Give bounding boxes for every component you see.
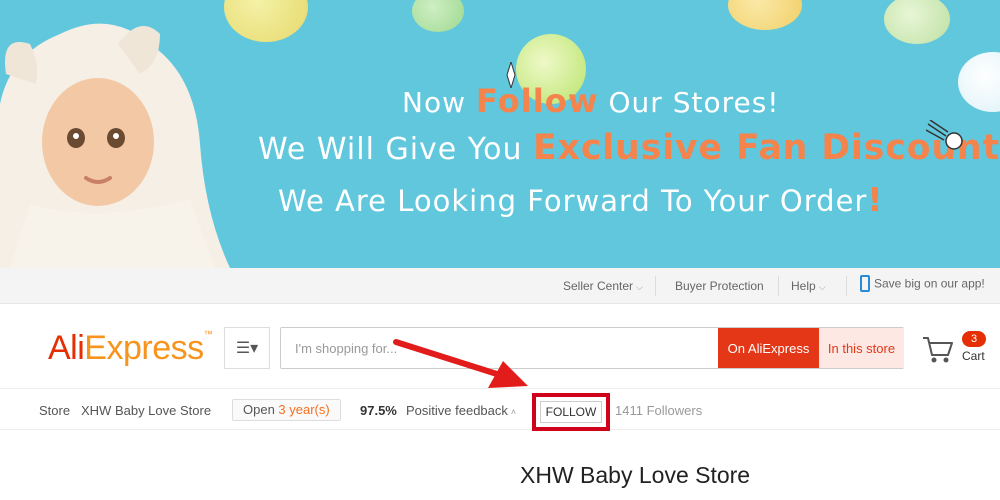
feedback-percent: 97.5% xyxy=(360,403,397,418)
cart-count-badge: 3 xyxy=(962,331,986,347)
category-menu-button[interactable]: ☰▾ xyxy=(224,327,270,369)
banner-headline-3: We Are Looking Forward To Your Order! xyxy=(278,180,884,219)
banner-headline-2: We Will Give You Exclusive Fan Discounts… xyxy=(258,128,1000,168)
hamburger-icon: ☰▾ xyxy=(235,340,259,357)
decor-ball xyxy=(728,0,802,30)
store-label: Store xyxy=(39,403,71,418)
decor-ball xyxy=(884,0,950,44)
store-info-bar: Store XHW Baby Love Store Open 3 year(s)… xyxy=(0,390,1000,430)
comet-icon xyxy=(926,120,963,150)
divider xyxy=(846,276,847,296)
phone-icon xyxy=(860,275,870,292)
search-bar: On AliExpress In this store xyxy=(280,327,904,369)
top-utility-bar: Seller Center ⌵ Buyer Protection Help ⌵ Sa… xyxy=(0,268,1000,304)
search-in-store-button[interactable]: In this store xyxy=(819,328,904,368)
cart-label: Cart xyxy=(962,349,985,363)
store-name-link[interactable]: XHW Baby Love Store xyxy=(81,403,211,418)
aliexpress-logo[interactable]: AliExpress™ xyxy=(48,329,213,368)
store-title: XHW Baby Love Store xyxy=(520,462,751,488)
search-input[interactable] xyxy=(281,328,717,368)
promo-banner: Now Follow Our Stores! We Will Give You … xyxy=(0,0,1000,268)
chevron-down-icon: ⌵ xyxy=(636,282,643,292)
app-promo-link[interactable]: Save big on our app! xyxy=(860,275,985,293)
site-header: AliExpress™ ☰▾ On AliExpress In this sto… xyxy=(0,305,1000,389)
positive-feedback-link[interactable]: Positive feedback ˄ xyxy=(406,403,516,418)
divider xyxy=(778,276,779,296)
chevron-down-icon: ⌵ xyxy=(818,282,826,292)
followers-count: 1411 Followers xyxy=(615,403,703,418)
help-link[interactable]: Help ⌵ xyxy=(791,279,826,293)
buyer-protection-link[interactable]: Buyer Protection xyxy=(675,279,764,293)
cart-button[interactable]: 3 Cart xyxy=(922,331,992,371)
divider xyxy=(655,276,656,296)
follow-button[interactable]: FOLLOW xyxy=(540,401,602,423)
chevron-up-icon: ˄ xyxy=(510,407,517,417)
search-on-aliexpress-button[interactable]: On AliExpress xyxy=(718,328,819,368)
banner-headline-1: Now Follow Our Stores! xyxy=(402,82,780,120)
seller-center-link[interactable]: Seller Center ⌵ xyxy=(563,279,643,293)
baby-photo xyxy=(0,23,230,268)
sparkle-icon xyxy=(506,62,516,88)
cart-icon xyxy=(923,337,953,363)
decor-ball xyxy=(412,0,464,32)
store-age-badge: Open 3 year(s) xyxy=(232,399,341,421)
follow-highlight-box: FOLLOW xyxy=(532,393,610,431)
